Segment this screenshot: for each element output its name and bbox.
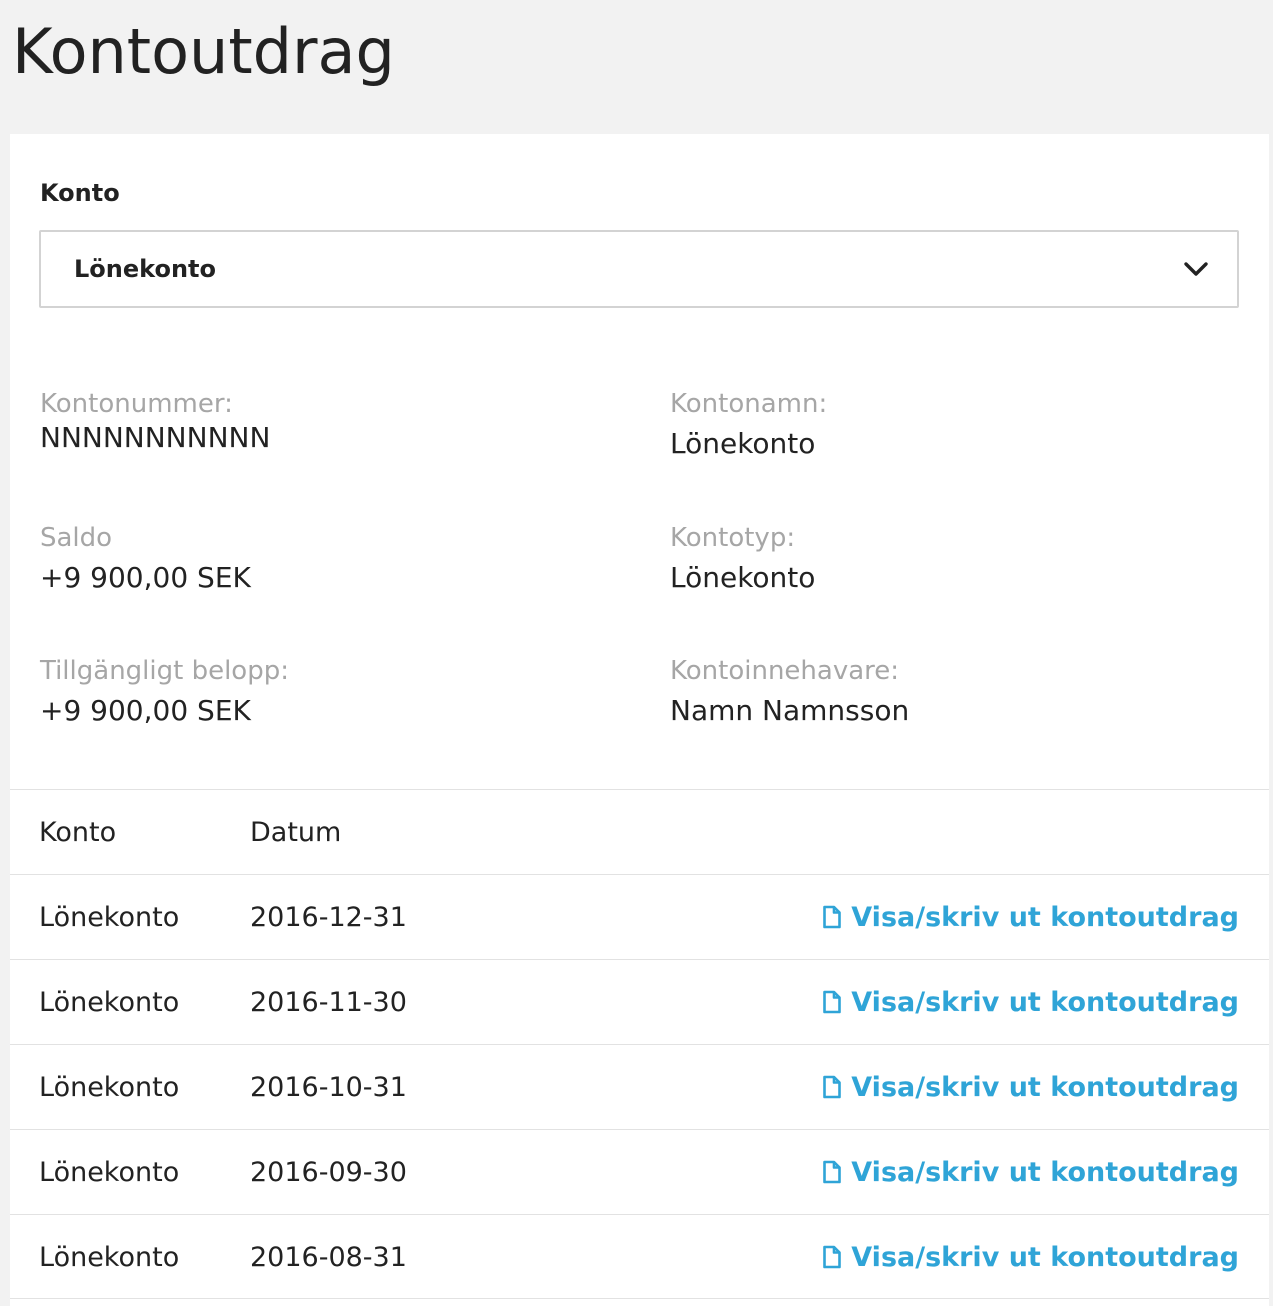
document-icon (823, 1245, 842, 1269)
view-statement-label: Visa/skriv ut kontoutdrag (851, 902, 1239, 933)
row-date: 2016-08-31 (250, 1242, 407, 1273)
row-account: Lönekonto (39, 987, 180, 1018)
account-type-block: Kontotyp: Lönekonto (670, 522, 815, 596)
account-holder-value: Namn Namnsson (670, 694, 910, 727)
table-header-row: Konto Datum (10, 789, 1269, 874)
account-name-label: Kontonamn: (670, 389, 828, 419)
account-select[interactable]: Lönekonto (39, 230, 1239, 308)
row-account: Lönekonto (39, 1242, 180, 1273)
statements-table: Konto Datum Lönekonto 2016-12-31 Visa/sk… (10, 789, 1269, 1299)
view-statement-label: Visa/skriv ut kontoutdrag (851, 1072, 1239, 1103)
view-statement-label: Visa/skriv ut kontoutdrag (851, 1242, 1239, 1273)
table-row: Lönekonto 2016-09-30 Visa/skriv ut konto… (10, 1129, 1269, 1214)
row-account: Lönekonto (39, 1072, 180, 1103)
available-amount-label: Tillgängligt belopp: (40, 656, 289, 686)
chevron-down-icon (1184, 262, 1208, 276)
row-date: 2016-10-31 (250, 1072, 407, 1103)
balance-label: Saldo (40, 523, 113, 553)
account-name-block: Kontonamn: Lönekonto (670, 388, 827, 462)
document-icon (823, 905, 842, 929)
column-header-konto: Konto (39, 817, 117, 848)
table-row: Lönekonto 2016-08-31 Visa/skriv ut konto… (10, 1214, 1269, 1299)
account-type-value: Lönekonto (670, 561, 816, 594)
account-select-value: Lönekonto (74, 255, 216, 283)
table-row: Lönekonto 2016-11-30 Visa/skriv ut konto… (10, 959, 1269, 1044)
available-amount-block: Tillgängligt belopp: +9 900,00 SEK (40, 655, 289, 729)
account-number-value: NNNNNNNNNNN (40, 421, 271, 454)
row-date: 2016-09-30 (250, 1157, 407, 1188)
account-holder-block: Kontoinnehavare: Namn Namnsson (670, 655, 909, 729)
view-statement-link[interactable]: Visa/skriv ut kontoutdrag (822, 960, 1239, 1045)
account-number-block: Kontonummer: NNNNNNNNNNN (40, 388, 270, 456)
account-select-label: Konto (40, 179, 120, 207)
row-date: 2016-12-31 (250, 902, 407, 933)
row-date: 2016-11-30 (250, 987, 407, 1018)
view-statement-label: Visa/skriv ut kontoutdrag (851, 1157, 1239, 1188)
view-statement-link[interactable]: Visa/skriv ut kontoutdrag (822, 1215, 1239, 1300)
statement-card: Konto Lönekonto Kontonummer: NNNNNNNNNNN… (10, 134, 1269, 1306)
document-icon (823, 990, 842, 1014)
view-statement-link[interactable]: Visa/skriv ut kontoutdrag (822, 875, 1239, 960)
row-account: Lönekonto (39, 1157, 180, 1188)
table-row: Lönekonto 2016-10-31 Visa/skriv ut konto… (10, 1044, 1269, 1129)
document-icon (823, 1075, 842, 1099)
account-number-label: Kontonummer: (40, 389, 233, 419)
page-header: Kontoutdrag (0, 0, 1273, 134)
account-holder-label: Kontoinnehavare: (670, 656, 900, 686)
view-statement-label: Visa/skriv ut kontoutdrag (851, 987, 1239, 1018)
balance-block: Saldo +9 900,00 SEK (40, 522, 251, 596)
account-name-value: Lönekonto (670, 427, 816, 460)
view-statement-link[interactable]: Visa/skriv ut kontoutdrag (822, 1045, 1239, 1130)
available-amount-value: +9 900,00 SEK (40, 694, 251, 727)
balance-value: +9 900,00 SEK (40, 561, 251, 594)
view-statement-link[interactable]: Visa/skriv ut kontoutdrag (822, 1130, 1239, 1215)
row-account: Lönekonto (39, 902, 180, 933)
document-icon (823, 1160, 842, 1184)
account-type-label: Kontotyp: (670, 523, 796, 553)
page-title: Kontoutdrag (12, 15, 395, 88)
table-row: Lönekonto 2016-12-31 Visa/skriv ut konto… (10, 874, 1269, 959)
page: Kontoutdrag Konto Lönekonto Kontonummer:… (0, 0, 1273, 1306)
column-header-datum: Datum (250, 817, 342, 848)
